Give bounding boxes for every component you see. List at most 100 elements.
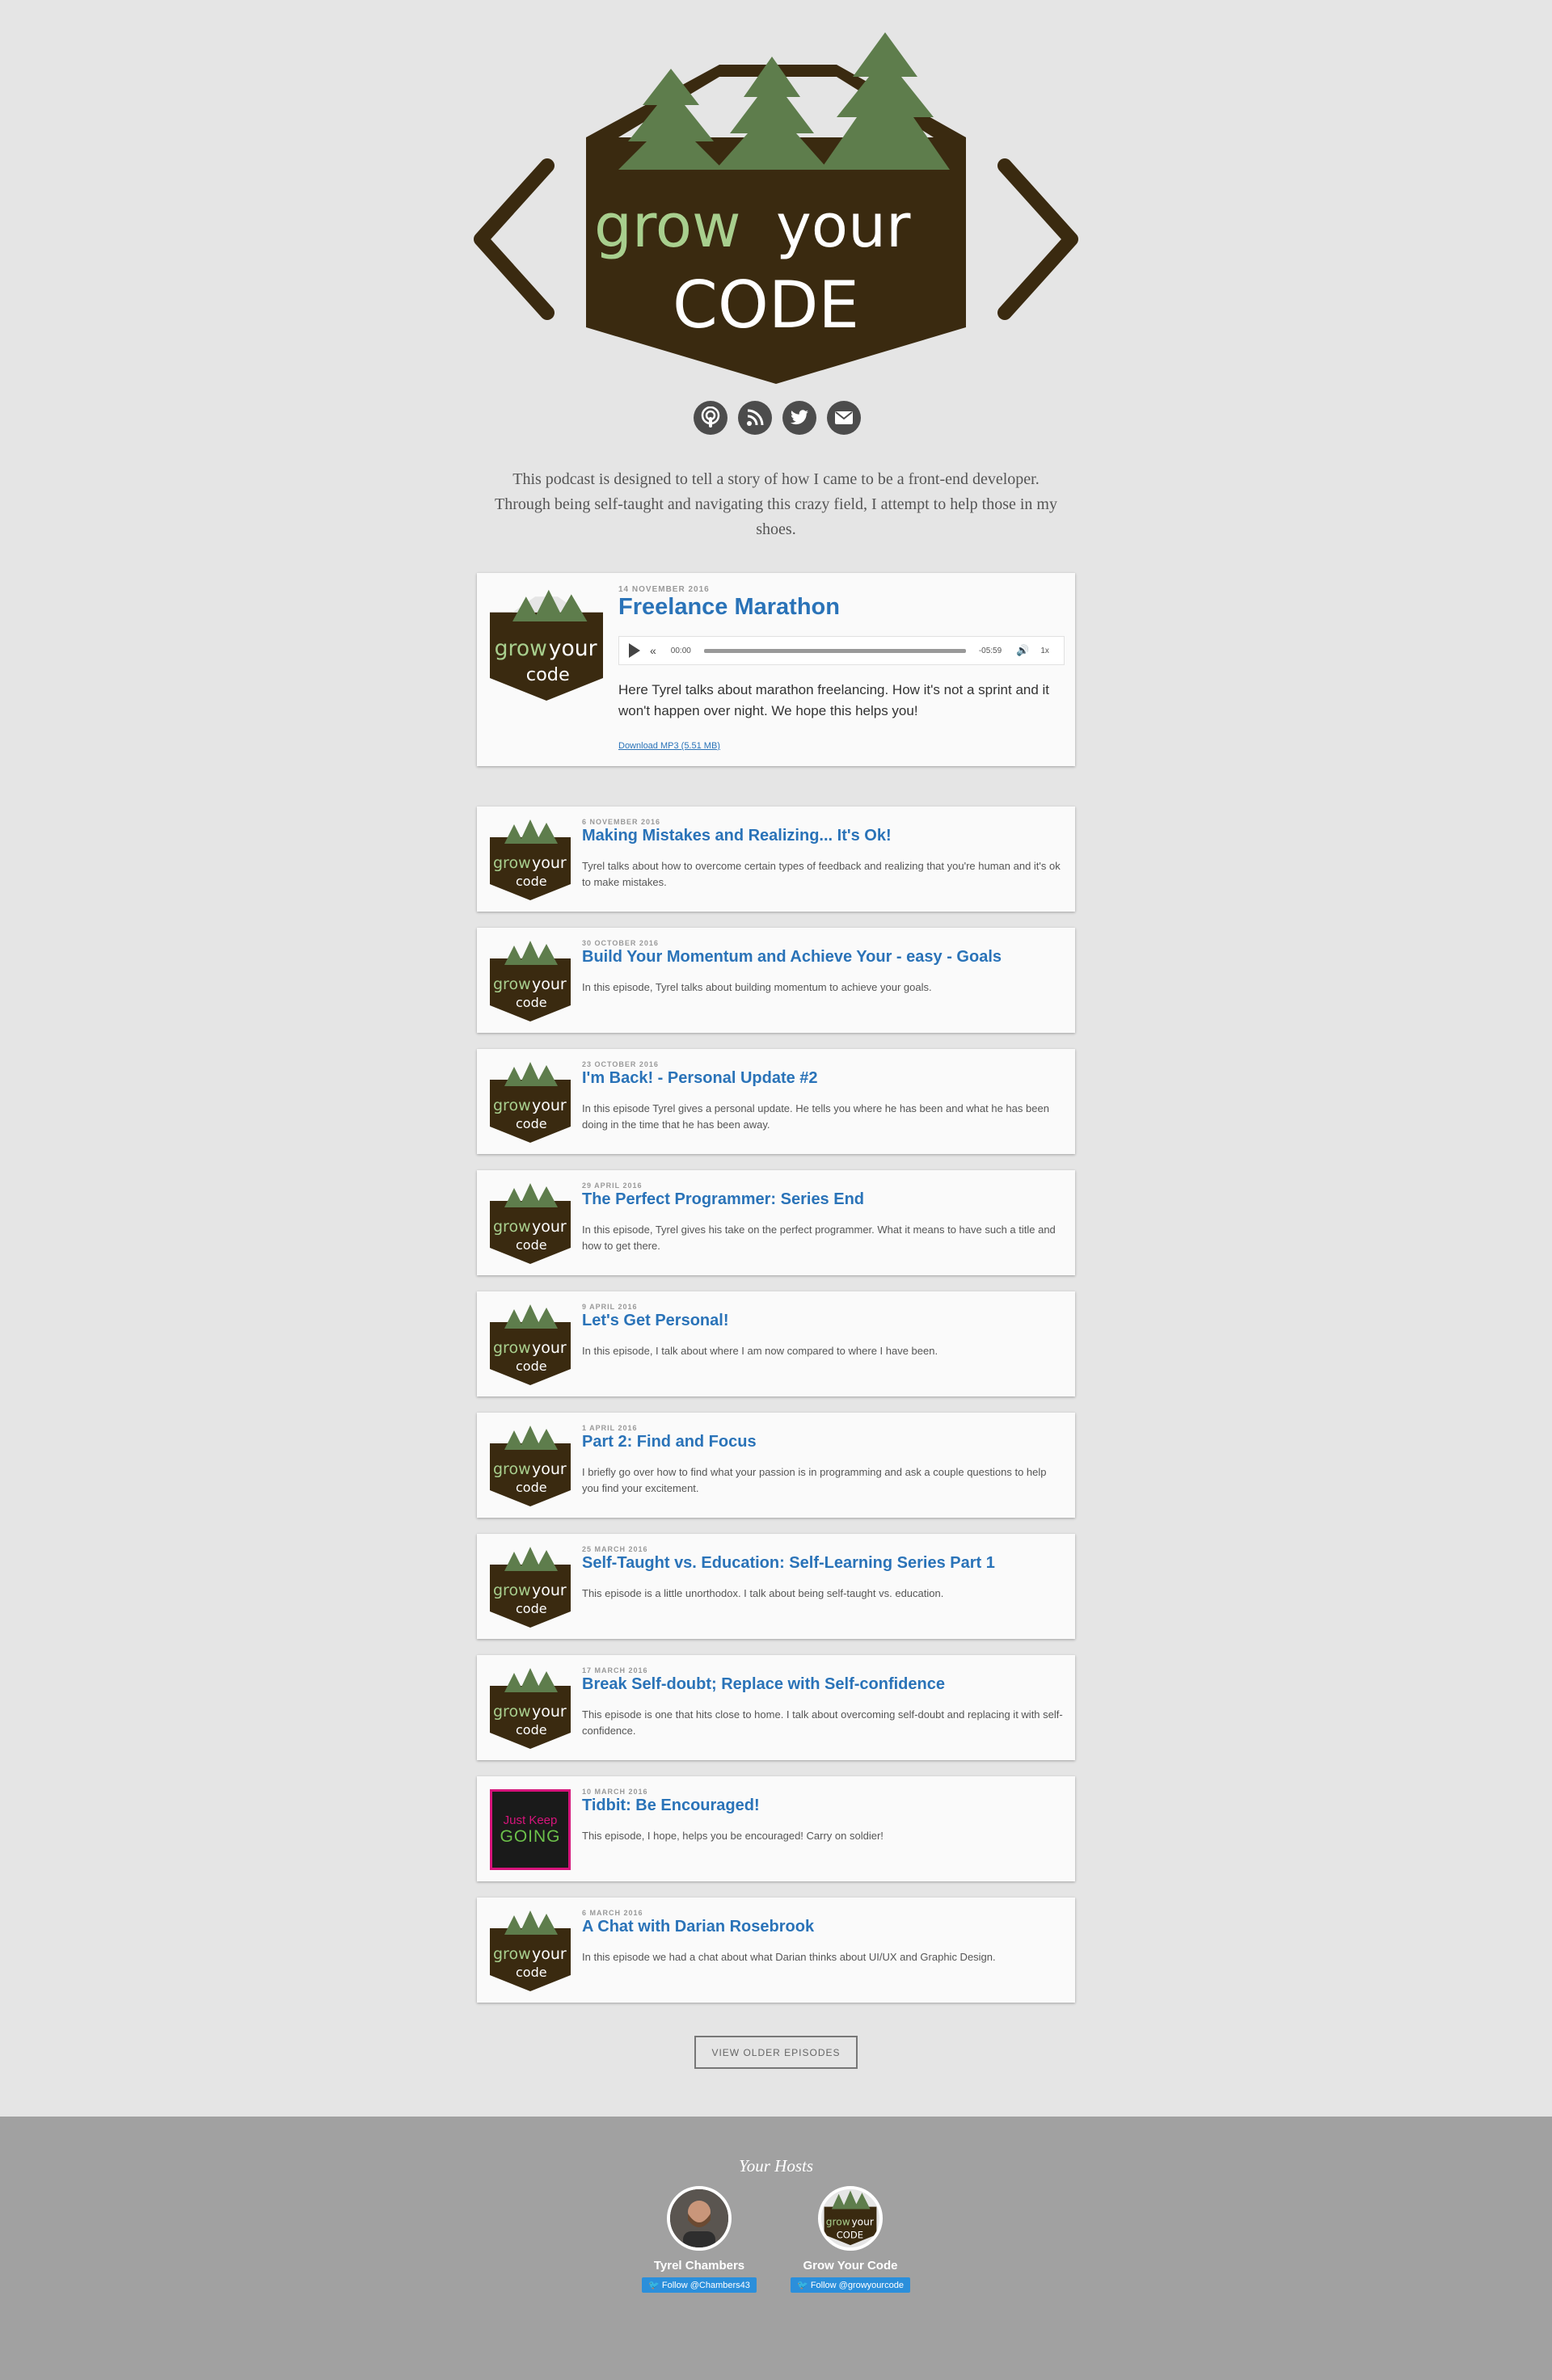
twitter-icon[interactable] — [782, 401, 816, 435]
host-card: grow your CODE Grow Your Code 🐦 Follow @… — [790, 2186, 911, 2293]
logo-code-text: CODE — [673, 267, 859, 343]
episode-card: grow your code 6 MARCH 2016 A Chat with Da… — [477, 1898, 1075, 2003]
svg-text:grow: grow — [493, 854, 531, 872]
episode-title-link[interactable]: Break Self-doubt; Replace with Self-conf… — [582, 1675, 945, 1694]
episode-title-link[interactable]: Part 2: Find and Focus — [582, 1433, 757, 1451]
podcast-icon[interactable] — [694, 401, 728, 435]
twitter-follow-button[interactable]: 🐦 Follow @growyourcode — [791, 2277, 910, 2293]
episode-thumbnail[interactable]: grow your code — [490, 1910, 571, 1991]
episode-thumbnail[interactable]: grow your code — [490, 1668, 571, 1749]
svg-text:grow: grow — [495, 636, 547, 661]
svg-text:code: code — [516, 1601, 547, 1616]
episode-title-link[interactable]: Making Mistakes and Realizing... It's Ok… — [582, 827, 892, 845]
svg-text:code: code — [516, 1480, 547, 1495]
episode-description: In this episode, Tyrel gives his take on… — [582, 1224, 1056, 1252]
episode-title-link[interactable]: A Chat with Darian Rosebrook — [582, 1918, 814, 1936]
twitter-follow-button[interactable]: 🐦 Follow @Chambers43 — [642, 2277, 757, 2293]
episode-card: grow your code 29 APRIL 2016 The Perfect P… — [477, 1170, 1075, 1275]
social-icons — [694, 401, 861, 435]
svg-text:your: your — [532, 1097, 567, 1114]
svg-text:grow: grow — [493, 1097, 531, 1114]
podcast-intro: This podcast is designed to tell a story… — [495, 470, 1057, 538]
episode-title-link[interactable]: Tidbit: Be Encouraged! — [582, 1797, 760, 1815]
current-time: 00:00 — [670, 646, 691, 655]
svg-text:code: code — [516, 1237, 547, 1253]
episode-date: 6 MARCH 2016 — [582, 1909, 643, 1917]
remaining-time: -05:59 — [978, 646, 1002, 655]
episode-card: grow your code 23 OCTOBER 2016 I'm Back! -… — [477, 1049, 1075, 1154]
footer: Your Hosts Tyrel Chambers 🐦 Follow @Cham… — [0, 2117, 1552, 2380]
episode-thumbnail[interactable]: grow your code — [490, 1062, 571, 1143]
episode-thumbnail[interactable]: grow your code — [490, 941, 571, 1022]
email-icon[interactable] — [827, 401, 861, 435]
episode-card: Just Keep GOING 10 MARCH 2016 Tidbit: Be En… — [477, 1776, 1075, 1881]
svg-text:your: your — [851, 2217, 874, 2228]
episode-thumbnail[interactable]: Just Keep GOING — [490, 1789, 571, 1870]
episode-date: 1 APRIL 2016 — [582, 1424, 638, 1432]
episode-thumbnail[interactable]: grow your code — [490, 1183, 571, 1264]
view-older-episodes-button[interactable]: VIEW OLDER EPISODES — [694, 2036, 858, 2069]
svg-text:your: your — [532, 1945, 567, 1963]
episode-title-link[interactable]: The Perfect Programmer: Series End — [582, 1190, 864, 1209]
download-mp3-link[interactable]: Download MP3 (5.51 MB) — [618, 741, 720, 751]
episode-date: 17 MARCH 2016 — [582, 1666, 648, 1674]
episode-description: This episode, I hope, helps you be encou… — [582, 1830, 884, 1842]
episode-thumbnail[interactable]: grow your code — [490, 819, 571, 900]
grow-your-code-logo[interactable]: grow your CODE — [473, 28, 1079, 388]
host-avatar[interactable] — [667, 2186, 732, 2251]
svg-text:code: code — [516, 1965, 547, 1980]
episode-title-link[interactable]: Self-Taught vs. Education: Self-Learning… — [582, 1554, 995, 1573]
audio-player: « 00:00 -05:59 🔊 1x — [618, 636, 1065, 665]
episode-thumbnail[interactable]: grow your code — [490, 1426, 571, 1506]
svg-text:your: your — [532, 1703, 567, 1721]
svg-text:your: your — [549, 636, 597, 661]
svg-text:code: code — [516, 1722, 547, 1738]
speed-button[interactable]: 1x — [1040, 647, 1049, 655]
featured-episode-card: grow your code 14 NOVEMBER 2016 Freelanc… — [477, 573, 1075, 766]
twitter-icon: 🐦 — [797, 2281, 811, 2290]
svg-text:grow: grow — [826, 2217, 850, 2228]
episode-date: 6 NOVEMBER 2016 — [582, 818, 661, 826]
rss-icon[interactable] — [738, 401, 772, 435]
episode-card: grow your code 17 MARCH 2016 Break Self-do… — [477, 1655, 1075, 1760]
svg-text:code: code — [516, 1116, 547, 1131]
episode-card: grow your code 25 MARCH 2016 Self-Taught v… — [477, 1534, 1075, 1639]
episode-date: 30 OCTOBER 2016 — [582, 939, 659, 947]
site-header: grow your CODE — [0, 0, 1552, 396]
svg-text:your: your — [532, 1460, 567, 1478]
episode-date: 29 APRIL 2016 — [582, 1182, 643, 1190]
episode-description: Here Tyrel talks about marathon freelanc… — [618, 682, 1050, 718]
episode-date: 25 MARCH 2016 — [582, 1545, 648, 1553]
rewind-icon[interactable]: « — [650, 644, 656, 657]
svg-text:CODE: CODE — [837, 2229, 863, 2240]
svg-text:your: your — [532, 1582, 567, 1599]
episode-date: 14 NOVEMBER 2016 — [618, 585, 710, 594]
svg-text:grow: grow — [493, 1945, 531, 1963]
episode-card: grow your code 9 APRIL 2016 Let's Get Pers… — [477, 1291, 1075, 1396]
episode-title-link[interactable]: Freelance Marathon — [618, 594, 840, 621]
host-name: Tyrel Chambers — [653, 2259, 745, 2273]
episode-thumbnail[interactable]: grow your code — [490, 1304, 571, 1385]
episode-title-link[interactable]: Let's Get Personal! — [582, 1312, 728, 1330]
logo-grow-text: grow — [594, 192, 741, 261]
episode-date: 10 MARCH 2016 — [582, 1788, 648, 1796]
episode-title-link[interactable]: Build Your Momentum and Achieve Your - e… — [582, 948, 1002, 967]
episode-description: Tyrel talks about how to overcome certai… — [582, 860, 1061, 888]
episode-thumbnail[interactable]: grow your code — [490, 1547, 571, 1628]
svg-text:grow: grow — [493, 1218, 531, 1236]
episode-description: I briefly go over how to find what your … — [582, 1466, 1047, 1494]
svg-text:code: code — [516, 1358, 547, 1374]
volume-icon[interactable]: 🔊 — [1016, 644, 1029, 657]
host-avatar[interactable]: grow your CODE — [818, 2186, 883, 2251]
play-icon[interactable] — [629, 643, 640, 658]
svg-text:grow: grow — [493, 975, 531, 993]
episode-card: grow your code 1 APRIL 2016 Part 2: Find a… — [477, 1413, 1075, 1518]
svg-text:grow: grow — [493, 1339, 531, 1357]
episode-thumbnail[interactable]: grow your code — [490, 588, 603, 701]
progress-bar[interactable] — [703, 648, 966, 653]
episode-title-link[interactable]: I'm Back! - Personal Update #2 — [582, 1069, 818, 1088]
svg-text:your: your — [532, 854, 567, 872]
hosts-title: Your Hosts — [738, 2156, 814, 2176]
episode-description: In this episode, I talk about where I am… — [582, 1345, 938, 1357]
svg-text:code: code — [516, 874, 547, 889]
